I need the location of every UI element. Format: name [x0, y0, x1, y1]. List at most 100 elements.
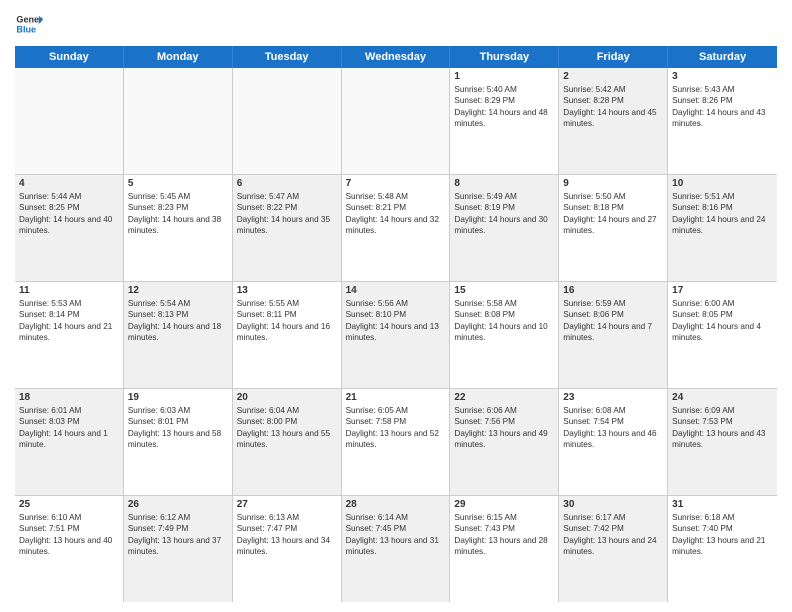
cell-info: Sunrise: 6:17 AM Sunset: 7:42 PM Dayligh…	[563, 512, 663, 558]
cell-info: Sunrise: 6:08 AM Sunset: 7:54 PM Dayligh…	[563, 405, 663, 451]
day-header-friday: Friday	[559, 46, 668, 68]
day-number: 23	[563, 392, 663, 403]
cell-info: Sunrise: 6:12 AM Sunset: 7:49 PM Dayligh…	[128, 512, 228, 558]
day-header-saturday: Saturday	[668, 46, 777, 68]
day-number: 2	[563, 71, 663, 82]
day-number: 28	[346, 499, 446, 510]
day-number: 18	[19, 392, 119, 403]
day-number: 25	[19, 499, 119, 510]
calendar-cell: 17Sunrise: 6:00 AM Sunset: 8:05 PM Dayli…	[668, 282, 777, 388]
cell-info: Sunrise: 5:50 AM Sunset: 8:18 PM Dayligh…	[563, 191, 663, 237]
cell-info: Sunrise: 5:44 AM Sunset: 8:25 PM Dayligh…	[19, 191, 119, 237]
logo: General Blue	[15, 10, 43, 38]
cell-info: Sunrise: 6:06 AM Sunset: 7:56 PM Dayligh…	[454, 405, 554, 451]
cell-info: Sunrise: 6:18 AM Sunset: 7:40 PM Dayligh…	[672, 512, 773, 558]
day-number: 3	[672, 71, 773, 82]
calendar-cell: 9 Sunrise: 5:50 AM Sunset: 8:18 PM Daylig…	[559, 175, 668, 281]
day-number: 27	[237, 499, 337, 510]
cell-info: Sunrise: 6:09 AM Sunset: 7:53 PM Dayligh…	[672, 405, 773, 451]
cell-info: Sunrise: 5:55 AM Sunset: 8:11 PM Dayligh…	[237, 298, 337, 344]
calendar-cell: 20 Sunrise: 6:04 AM Sunset: 8:00 PM Dayli…	[233, 389, 342, 495]
calendar-cell: 30 Sunrise: 6:17 AM Sunset: 7:42 PM Dayli…	[559, 496, 668, 602]
day-number: 31	[672, 499, 773, 510]
cell-info: Sunrise: 5:45 AM Sunset: 8:23 PM Dayligh…	[128, 191, 228, 237]
page-header: General Blue	[15, 10, 777, 38]
day-number: 29	[454, 499, 554, 510]
day-number: 6	[237, 178, 337, 189]
day-number: 10	[672, 178, 773, 189]
day-header-sunday: Sunday	[15, 46, 124, 68]
calendar-cell: 15Sunrise: 5:58 AM Sunset: 8:08 PM Dayli…	[450, 282, 559, 388]
calendar-cell	[124, 68, 233, 174]
day-number: 7	[346, 178, 446, 189]
calendar-cell: 2 Sunrise: 5:42 AM Sunset: 8:28 PM Daylig…	[559, 68, 668, 174]
day-number: 19	[128, 392, 228, 403]
calendar-cell: 19 Sunrise: 6:03 AM Sunset: 8:01 PM Dayli…	[124, 389, 233, 495]
cell-info: Sunrise: 6:03 AM Sunset: 8:01 PM Dayligh…	[128, 405, 228, 451]
day-number: 22	[454, 392, 554, 403]
calendar-cell: 6 Sunrise: 5:47 AM Sunset: 8:22 PM Daylig…	[233, 175, 342, 281]
calendar-cell: 11 Sunrise: 5:53 AM Sunset: 8:14 PM Dayli…	[15, 282, 124, 388]
cell-info: Sunrise: 5:49 AM Sunset: 8:19 PM Dayligh…	[454, 191, 554, 237]
calendar-cell: 5 Sunrise: 5:45 AM Sunset: 8:23 PM Daylig…	[124, 175, 233, 281]
cell-info: Sunrise: 5:53 AM Sunset: 8:14 PM Dayligh…	[19, 298, 119, 344]
calendar-header: SundayMondayTuesdayWednesdayThursdayFrid…	[15, 46, 777, 68]
day-number: 30	[563, 499, 663, 510]
day-number: 20	[237, 392, 337, 403]
calendar-cell	[15, 68, 124, 174]
day-header-wednesday: Wednesday	[342, 46, 451, 68]
calendar-cell: 24Sunrise: 6:09 AM Sunset: 7:53 PM Dayli…	[668, 389, 777, 495]
day-number: 12	[128, 285, 228, 296]
day-header-monday: Monday	[124, 46, 233, 68]
day-number: 13	[237, 285, 337, 296]
cell-info: Sunrise: 5:48 AM Sunset: 8:21 PM Dayligh…	[346, 191, 446, 237]
svg-text:Blue: Blue	[16, 24, 36, 34]
day-number: 4	[19, 178, 119, 189]
calendar-week-1: 1Sunrise: 5:40 AM Sunset: 8:29 PM Daylig…	[15, 68, 777, 175]
calendar-week-3: 11 Sunrise: 5:53 AM Sunset: 8:14 PM Dayli…	[15, 282, 777, 389]
day-number: 5	[128, 178, 228, 189]
day-number: 14	[346, 285, 446, 296]
cell-info: Sunrise: 5:42 AM Sunset: 8:28 PM Dayligh…	[563, 84, 663, 130]
cell-info: Sunrise: 5:40 AM Sunset: 8:29 PM Dayligh…	[454, 84, 554, 130]
day-number: 16	[563, 285, 663, 296]
calendar-cell: 25 Sunrise: 6:10 AM Sunset: 7:51 PM Dayli…	[15, 496, 124, 602]
calendar-cell: 7 Sunrise: 5:48 AM Sunset: 8:21 PM Daylig…	[342, 175, 451, 281]
cell-info: Sunrise: 5:54 AM Sunset: 8:13 PM Dayligh…	[128, 298, 228, 344]
calendar-cell: 27 Sunrise: 6:13 AM Sunset: 7:47 PM Dayli…	[233, 496, 342, 602]
day-header-thursday: Thursday	[450, 46, 559, 68]
cell-info: Sunrise: 6:01 AM Sunset: 8:03 PM Dayligh…	[19, 405, 119, 451]
cell-info: Sunrise: 5:47 AM Sunset: 8:22 PM Dayligh…	[237, 191, 337, 237]
calendar-week-4: 18 Sunrise: 6:01 AM Sunset: 8:03 PM Dayli…	[15, 389, 777, 496]
day-number: 11	[19, 285, 119, 296]
day-header-tuesday: Tuesday	[233, 46, 342, 68]
calendar-cell: 1Sunrise: 5:40 AM Sunset: 8:29 PM Daylig…	[450, 68, 559, 174]
calendar-cell: 29Sunrise: 6:15 AM Sunset: 7:43 PM Dayli…	[450, 496, 559, 602]
calendar-cell	[342, 68, 451, 174]
day-number: 17	[672, 285, 773, 296]
cell-info: Sunrise: 5:59 AM Sunset: 8:06 PM Dayligh…	[563, 298, 663, 344]
calendar-cell: 21 Sunrise: 6:05 AM Sunset: 7:58 PM Dayli…	[342, 389, 451, 495]
calendar-cell: 10Sunrise: 5:51 AM Sunset: 8:16 PM Dayli…	[668, 175, 777, 281]
day-number: 9	[563, 178, 663, 189]
calendar-body: 1Sunrise: 5:40 AM Sunset: 8:29 PM Daylig…	[15, 68, 777, 602]
calendar-cell: 3Sunrise: 5:43 AM Sunset: 8:26 PM Daylig…	[668, 68, 777, 174]
calendar-cell: 13 Sunrise: 5:55 AM Sunset: 8:11 PM Dayli…	[233, 282, 342, 388]
calendar-cell: 23 Sunrise: 6:08 AM Sunset: 7:54 PM Dayli…	[559, 389, 668, 495]
calendar-cell: 26 Sunrise: 6:12 AM Sunset: 7:49 PM Dayli…	[124, 496, 233, 602]
day-number: 8	[454, 178, 554, 189]
day-number: 26	[128, 499, 228, 510]
cell-info: Sunrise: 5:56 AM Sunset: 8:10 PM Dayligh…	[346, 298, 446, 344]
calendar-cell: 16 Sunrise: 5:59 AM Sunset: 8:06 PM Dayli…	[559, 282, 668, 388]
cell-info: Sunrise: 5:58 AM Sunset: 8:08 PM Dayligh…	[454, 298, 554, 344]
day-number: 21	[346, 392, 446, 403]
cell-info: Sunrise: 6:05 AM Sunset: 7:58 PM Dayligh…	[346, 405, 446, 451]
cell-info: Sunrise: 6:10 AM Sunset: 7:51 PM Dayligh…	[19, 512, 119, 558]
calendar-cell: 22 Sunrise: 6:06 AM Sunset: 7:56 PM Dayli…	[450, 389, 559, 495]
calendar-cell: 12 Sunrise: 5:54 AM Sunset: 8:13 PM Dayli…	[124, 282, 233, 388]
cell-info: Sunrise: 6:04 AM Sunset: 8:00 PM Dayligh…	[237, 405, 337, 451]
calendar: SundayMondayTuesdayWednesdayThursdayFrid…	[15, 46, 777, 602]
calendar-cell: 14 Sunrise: 5:56 AM Sunset: 8:10 PM Dayli…	[342, 282, 451, 388]
calendar-cell: 18 Sunrise: 6:01 AM Sunset: 8:03 PM Dayli…	[15, 389, 124, 495]
cell-info: Sunrise: 6:13 AM Sunset: 7:47 PM Dayligh…	[237, 512, 337, 558]
